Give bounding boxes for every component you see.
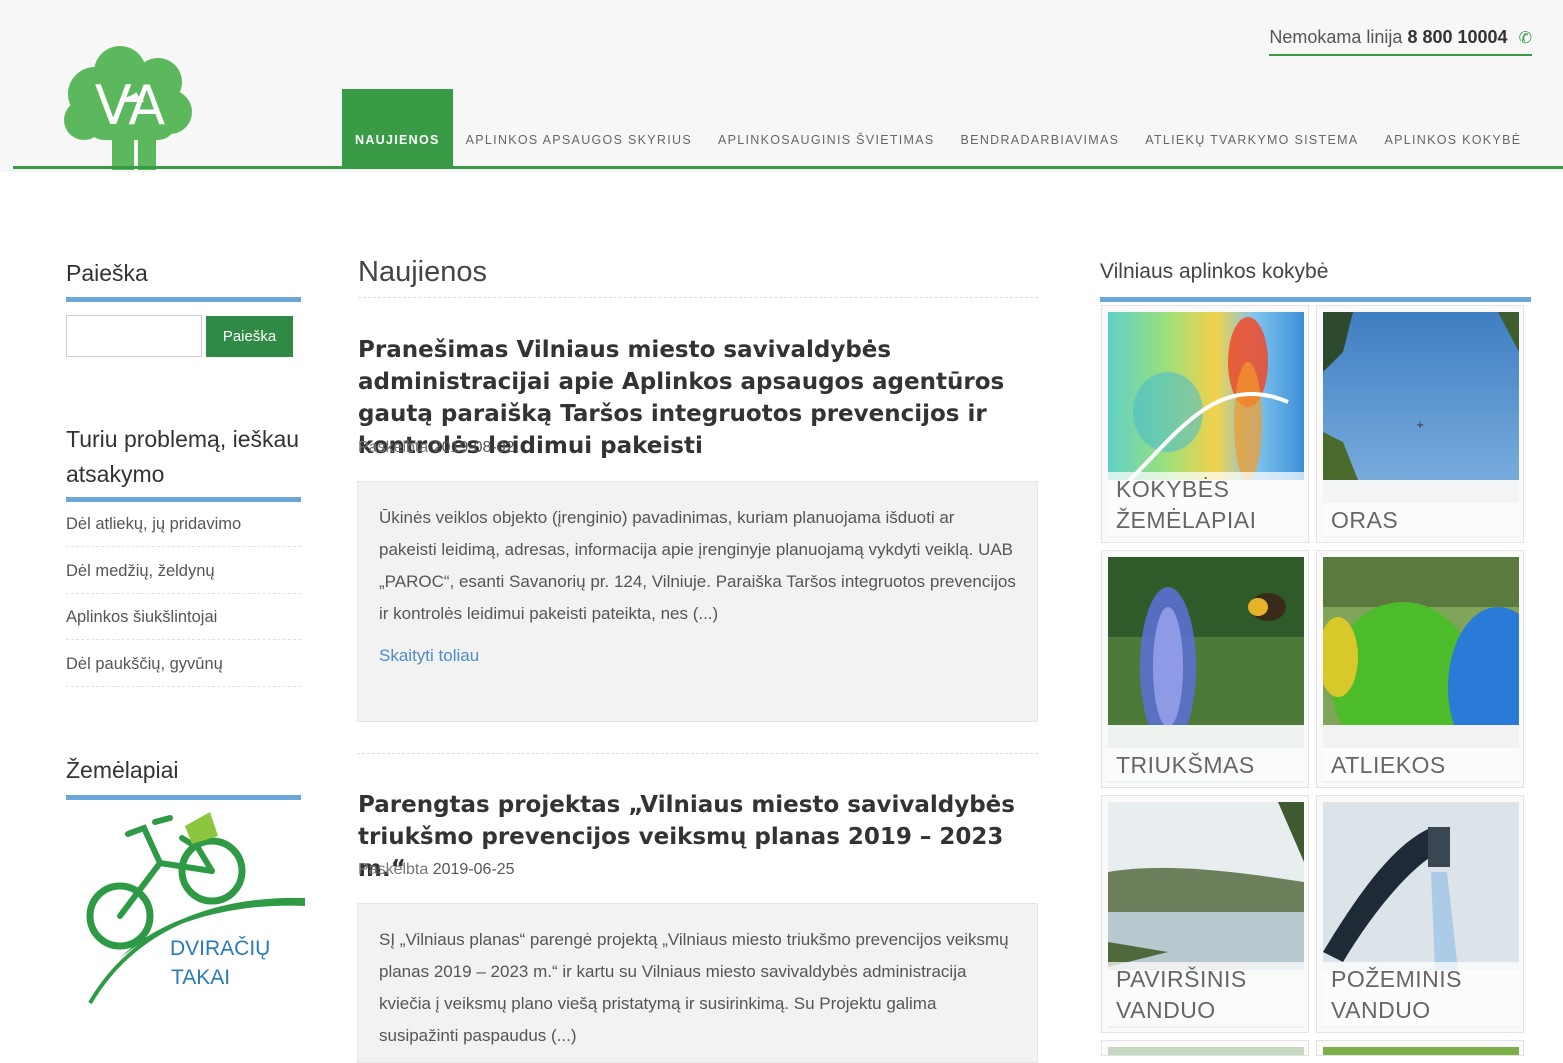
nav-item-atlieku-tvarkymo-sistema[interactable]: ATLIEKŲ TVARKYMO SISTEMA	[1132, 89, 1371, 166]
tile-quality-maps[interactable]: KOKYBĖS ŽEMĖLAPIAI	[1101, 305, 1309, 543]
tile-noise[interactable]: TRIUKŠMAS	[1101, 550, 1309, 788]
tile-weather[interactable]: + ORAS	[1316, 305, 1524, 543]
site-header: VA Nemokama linija 8 800 10004 ✆ NAUJIEN…	[0, 0, 1563, 172]
nav-item-naujienos[interactable]: NAUJIENOS	[342, 89, 453, 166]
post-excerpt: SĮ „Vilniaus planas“ parengė projektą „V…	[379, 930, 1009, 1045]
post-date: 2019-08-02	[432, 439, 515, 456]
main-nav: NAUJIENOS APLINKOS APSAUGOS SKYRIUS APLI…	[342, 89, 1534, 166]
hotline[interactable]: Nemokama linija 8 800 10004 ✆	[1269, 27, 1532, 56]
environment-quality-heading-bar	[1100, 297, 1531, 302]
nav-item-aplinkos-kokybe[interactable]: APLINKOS KOKYBĖ	[1371, 89, 1534, 166]
logo-tree-icon[interactable]: VA	[60, 42, 200, 170]
post-excerpt: Ūkinės veiklos objekto (įrenginio) pavad…	[379, 508, 1016, 623]
nav-item-aplinkos-apsaugos-skyrius[interactable]: APLINKOS APSAUGOS SKYRIUS	[453, 89, 705, 166]
sidebar-link-siukslintojai[interactable]: Aplinkos šiukšlintojai	[66, 608, 301, 640]
nav-item-aplinkosauginis-svietimas[interactable]: APLINKOSAUGINIS ŠVIETIMAS	[705, 89, 948, 166]
sidebar-link-pauksciai[interactable]: Dėl paukščių, gyvūnų	[66, 655, 301, 687]
phone-icon: ✆	[1518, 30, 1532, 47]
maps-heading: Žemėlapiai	[66, 757, 179, 783]
header-divider	[13, 166, 1563, 169]
environment-quality-heading: Vilniaus aplinkos kokybė	[1100, 260, 1329, 283]
bike-logo-line1: DVIRAČIŲ	[170, 937, 270, 960]
tile-waste[interactable]: ATLIEKOS	[1316, 550, 1524, 788]
tile-groundwater[interactable]: POŽEMINIS VANDUO	[1316, 795, 1524, 1033]
bike-logo-line2: TAKAI	[171, 966, 230, 989]
maps-heading-bar	[66, 795, 301, 800]
svg-text:+: +	[1416, 420, 1424, 431]
tile-image-partial	[1323, 1047, 1519, 1055]
tile-image-partial	[1108, 1047, 1304, 1055]
tile-label: ATLIEKOS	[1323, 748, 1519, 781]
bike-paths-logo[interactable]: DVIRAČIŲ TAKAI	[80, 808, 305, 1008]
post-date: 2019-06-25	[432, 861, 515, 878]
tile-surface-water[interactable]: PAVIRŠINIS VANDUO	[1101, 795, 1309, 1033]
tile-label: KOKYBĖS ŽEMĖLAPIAI	[1108, 472, 1304, 536]
search-button[interactable]: Paieška	[206, 316, 293, 357]
post-excerpt-box: SĮ „Vilniaus planas“ parengė projektą „V…	[357, 903, 1038, 1063]
tile-label: ORAS	[1323, 503, 1519, 536]
post-meta: Paskelbta 2019-06-25	[358, 861, 515, 879]
tile-label: TRIUKŠMAS	[1108, 748, 1304, 781]
problem-heading: Turiu problemą, ieškau atsakymo	[66, 426, 300, 487]
page-title: Naujienos	[358, 256, 1038, 298]
post-excerpt-box: Ūkinės veiklos objekto (įrenginio) pavad…	[357, 481, 1038, 722]
read-more-link[interactable]: Skaityti toliau	[379, 640, 1016, 672]
sidebar-link-medziai[interactable]: Dėl medžių, želdynų	[66, 562, 301, 594]
post-meta-label: Paskelbta	[358, 439, 429, 456]
search-heading: Paieška	[66, 260, 148, 286]
post-separator	[357, 753, 1038, 754]
sidebar-link-atliekos[interactable]: Dėl atliekų, jų pridavimo	[66, 515, 301, 547]
nav-item-bendradarbiavimas[interactable]: BENDRADARBIAVIMAS	[948, 89, 1133, 166]
tile-partial[interactable]	[1316, 1040, 1524, 1056]
post-meta-label: Paskelbta	[358, 861, 429, 878]
hotline-label: Nemokama linija	[1269, 27, 1403, 47]
tile-partial[interactable]	[1101, 1040, 1309, 1056]
tile-label: POŽEMINIS VANDUO	[1323, 962, 1519, 1026]
tile-label: PAVIRŠINIS VANDUO	[1108, 962, 1304, 1026]
post-meta: Paskelbta 2019-08-02	[358, 439, 515, 457]
logo-text: VA	[95, 74, 165, 137]
hotline-number: 8 800 10004	[1407, 27, 1508, 47]
problem-heading-bar	[66, 497, 301, 502]
search-heading-bar	[66, 297, 301, 302]
search-input[interactable]	[66, 315, 202, 357]
